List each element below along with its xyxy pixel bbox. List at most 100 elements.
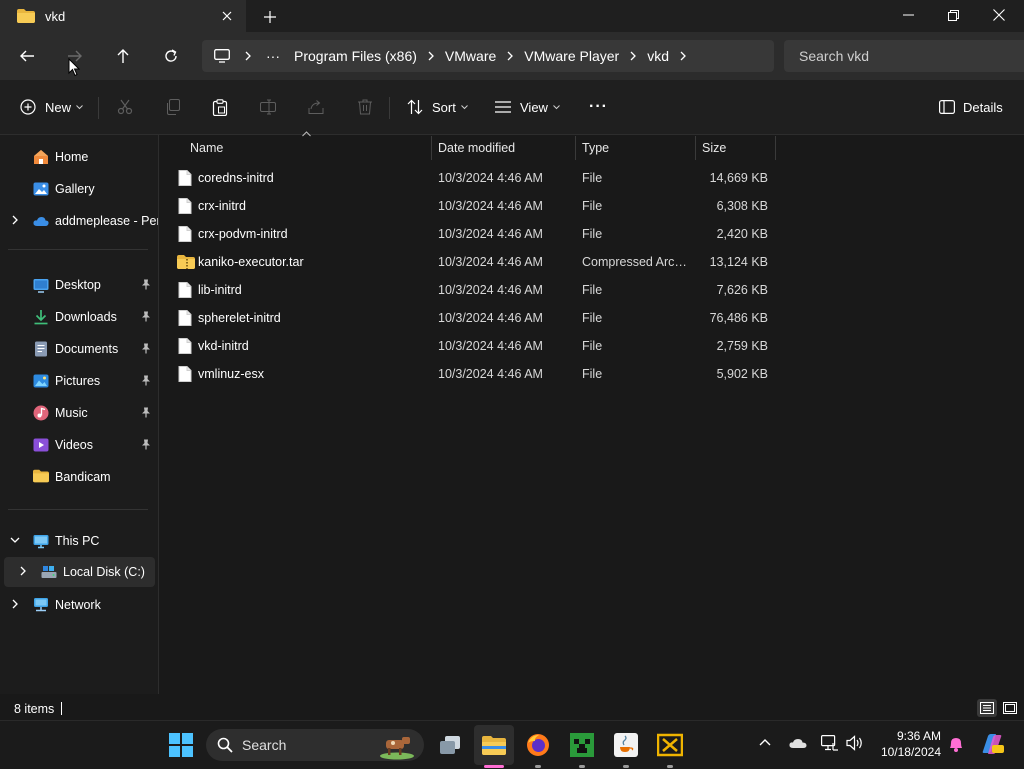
sidebar-item-pictures[interactable]: Pictures (0, 367, 158, 395)
breadcrumb-vmware[interactable]: VMware (441, 48, 500, 64)
chevron-right-icon[interactable] (10, 599, 20, 609)
pin-icon[interactable] (141, 279, 151, 290)
breadcrumb-vmware-player[interactable]: VMware Player (520, 48, 623, 64)
network-tray-icon[interactable] (821, 735, 839, 751)
new-tab-icon[interactable] (260, 7, 280, 27)
breadcrumb-vkd[interactable]: vkd (643, 48, 673, 64)
sidebar-item-gallery[interactable]: Gallery (0, 175, 158, 203)
file-row[interactable]: vkd-initrd 10/3/2024 4:46 AM File 2,759 … (170, 332, 776, 360)
text-cursor (61, 702, 62, 715)
column-header-date-modified[interactable]: Date modified (438, 135, 515, 160)
pin-icon[interactable] (141, 407, 151, 418)
column-divider[interactable] (695, 136, 696, 160)
chevron-right-icon[interactable] (673, 51, 693, 61)
sidebar-item-bandicam[interactable]: Bandicam (0, 463, 158, 491)
sidebar-item-music[interactable]: Music (0, 399, 158, 427)
refresh-icon[interactable] (159, 44, 183, 68)
share-button[interactable] (308, 94, 324, 120)
chevron-right-icon[interactable] (10, 215, 20, 225)
file-row[interactable]: vmlinuz-esx 10/3/2024 4:46 AM File 5,902… (170, 360, 776, 388)
breadcrumb-program-files-x86[interactable]: Program Files (x86) (290, 48, 421, 64)
chevron-right-icon[interactable] (500, 51, 520, 61)
up-arrow-icon[interactable] (111, 44, 135, 68)
minimize-icon[interactable] (885, 0, 931, 30)
download-icon (33, 309, 49, 325)
start-windows-icon[interactable] (161, 725, 201, 765)
copilot-icon[interactable] (980, 733, 1004, 755)
file-row[interactable]: crx-initrd 10/3/2024 4:46 AM File 6,308 … (170, 192, 776, 220)
column-divider[interactable] (431, 136, 432, 160)
close-tab-icon[interactable] (218, 7, 236, 25)
pin-icon[interactable] (141, 439, 151, 450)
file-row[interactable]: crx-podvm-initrd 10/3/2024 4:46 AM File … (170, 220, 776, 248)
back-arrow-icon[interactable] (15, 44, 39, 68)
cut-button[interactable] (117, 94, 133, 120)
restore-icon[interactable] (930, 0, 976, 30)
details-button[interactable]: Details (939, 94, 1003, 120)
onedrive-tray-icon[interactable] (789, 737, 807, 749)
chevron-down-icon[interactable] (10, 535, 20, 545)
file-row[interactable]: kaniko-executor.tar 10/3/2024 4:46 AM Co… (170, 248, 776, 276)
column-divider[interactable] (775, 136, 776, 160)
chevron-up-icon[interactable] (759, 738, 771, 746)
column-header-type[interactable]: Type (582, 135, 609, 160)
file-date: 10/3/2024 4:46 AM (438, 255, 543, 269)
pin-icon[interactable] (141, 375, 151, 386)
paste-button[interactable] (212, 94, 228, 120)
file-name: coredns-initrd (198, 171, 274, 185)
column-header-name[interactable]: Name (190, 135, 223, 160)
file-size: 6,308 KB (716, 199, 768, 213)
clock-time[interactable]: 9:36 AM (877, 729, 941, 743)
volume-icon[interactable] (846, 735, 864, 751)
column-divider[interactable] (575, 136, 576, 160)
column-header-size[interactable]: Size (702, 135, 726, 160)
file-name: crx-initrd (198, 199, 246, 213)
sidebar-item-onedrive[interactable]: addmeplease - Pers (0, 207, 158, 235)
sidebar-item-downloads[interactable]: Downloads (0, 303, 158, 331)
address-bar[interactable]: ··· Program Files (x86) VMware VMware Pl… (202, 40, 774, 72)
sidebar-item-this-pc[interactable]: This PC (0, 527, 158, 555)
sidebar-item-network[interactable]: Network (0, 591, 158, 619)
clock-date[interactable]: 10/18/2024 (873, 745, 941, 759)
chevron-right-icon[interactable] (421, 51, 441, 61)
pin-icon[interactable] (141, 311, 151, 322)
file-row[interactable]: spherelet-initrd 10/3/2024 4:46 AM File … (170, 304, 776, 332)
bandicam-icon[interactable] (650, 725, 690, 765)
pc-icon (33, 533, 49, 549)
file-row[interactable]: lib-initrd 10/3/2024 4:46 AM File 7,626 … (170, 276, 776, 304)
chevron-right-icon[interactable] (18, 566, 28, 576)
sidebar-item-local-disk[interactable]: Local Disk (C:) (0, 558, 158, 586)
delete-button[interactable] (357, 94, 373, 120)
pin-icon[interactable] (141, 343, 151, 354)
search-input[interactable] (797, 47, 1021, 65)
tiles-view-icon[interactable] (1000, 699, 1020, 717)
sidebar-item-label: Gallery (55, 182, 95, 196)
breadcrumb-overflow[interactable]: ··· (262, 48, 284, 64)
minecraft-icon[interactable] (562, 725, 602, 765)
rename-button[interactable] (260, 94, 276, 120)
search-box[interactable] (784, 40, 1024, 72)
more-options-button[interactable]: ··· (589, 94, 608, 120)
copy-button[interactable] (165, 94, 181, 120)
task-view-icon[interactable] (430, 725, 470, 765)
java-icon[interactable] (606, 725, 646, 765)
new-button[interactable]: New (20, 94, 83, 120)
tab-vkd[interactable]: vkd (0, 0, 246, 32)
notification-bell-icon[interactable] (948, 735, 964, 753)
sort-button[interactable]: Sort (407, 94, 468, 120)
sidebar-item-desktop[interactable]: Desktop (0, 271, 158, 299)
firefox-icon[interactable] (518, 725, 558, 765)
taskbar-search-box[interactable]: Search (206, 729, 424, 761)
file-row[interactable]: coredns-initrd 10/3/2024 4:46 AM File 14… (170, 164, 776, 192)
close-window-icon[interactable] (976, 0, 1022, 30)
file-explorer-taskbar-icon[interactable] (474, 725, 514, 765)
chevron-down-icon (460, 104, 468, 110)
sort-label: Sort (432, 99, 456, 115)
chevron-right-icon[interactable] (238, 51, 258, 61)
details-view-icon[interactable] (977, 699, 997, 717)
chevron-right-icon[interactable] (623, 51, 643, 61)
view-button[interactable]: View (495, 94, 560, 120)
sidebar-item-documents[interactable]: Documents (0, 335, 158, 363)
sidebar-item-home[interactable]: Home (0, 143, 158, 171)
sidebar-item-videos[interactable]: Videos (0, 431, 158, 459)
